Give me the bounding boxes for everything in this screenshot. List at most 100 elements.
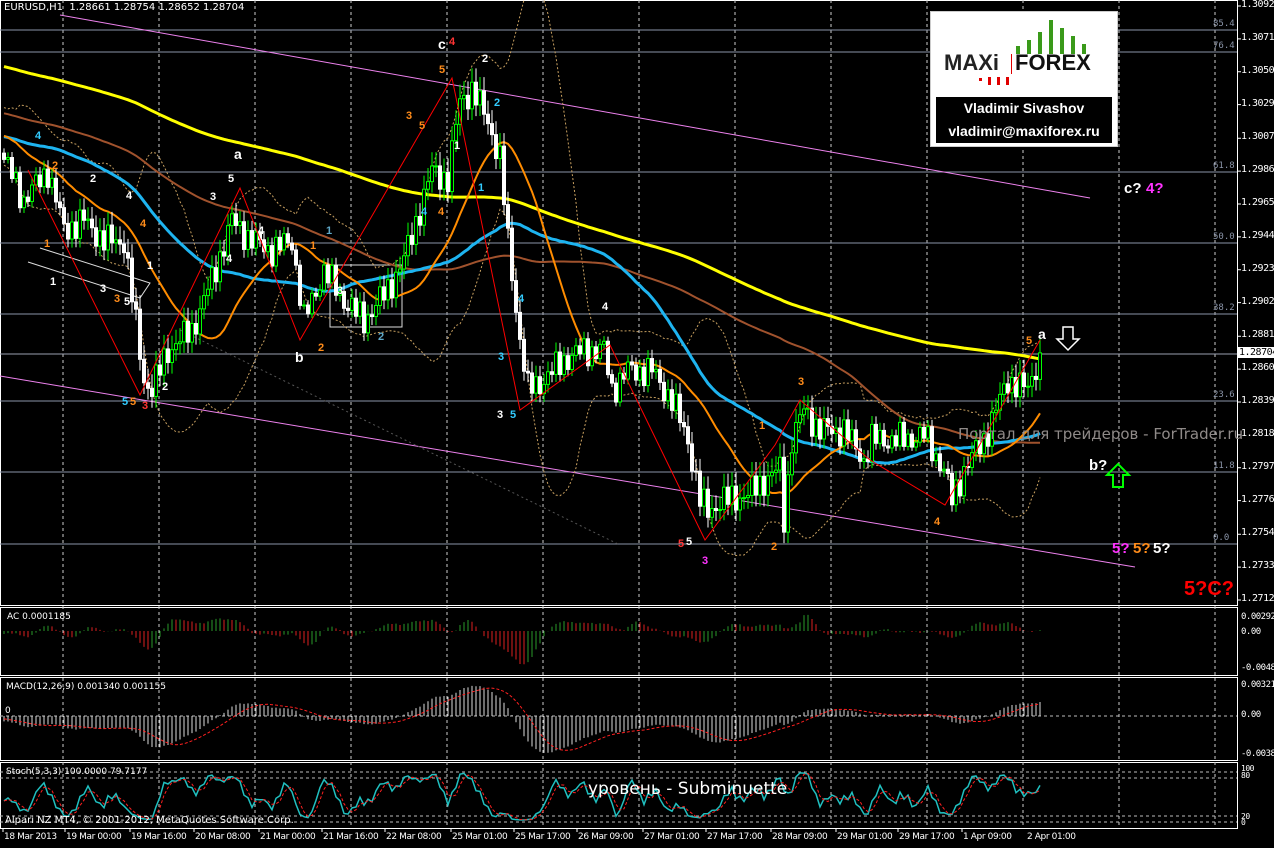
candle (106, 212, 110, 261)
candle-body (370, 314, 374, 318)
time-axis-label: 29 Mar 17:00 (899, 832, 955, 842)
candle (234, 202, 238, 235)
candle (954, 470, 958, 512)
candle-body (210, 267, 214, 290)
candle-body (898, 421, 902, 447)
candle-body (502, 145, 506, 206)
candle (22, 190, 26, 214)
candle (858, 439, 862, 469)
candle-body (322, 264, 326, 291)
candle (574, 338, 578, 362)
ac-axis-min: -0.004833 (1241, 663, 1274, 673)
candle-body (1030, 375, 1034, 387)
candle (738, 484, 742, 522)
candle-body (118, 239, 122, 245)
candle-body (654, 368, 658, 373)
candle-body (562, 355, 566, 375)
candle (310, 288, 314, 319)
candle (86, 207, 90, 230)
candle-body (238, 221, 242, 226)
candle (842, 409, 846, 455)
candle-body (94, 227, 98, 247)
price-axis-label: 1.30075 (1241, 131, 1274, 143)
fib-level-label: 23.6 (1213, 390, 1235, 400)
candle (194, 310, 198, 345)
candle-body (918, 426, 922, 443)
candle-body (882, 429, 886, 447)
candle-body (802, 408, 806, 416)
candle (494, 121, 498, 170)
candle-body (274, 236, 278, 267)
candle-body (810, 407, 814, 437)
candle-body (194, 323, 198, 335)
buy-arrow-icon (1104, 462, 1132, 488)
candle-body (22, 196, 26, 209)
price-axis-label: 1.27335 (1241, 560, 1274, 572)
wave-label: 3 (142, 400, 149, 412)
wave-label: 5 (439, 64, 446, 76)
candle-body (42, 168, 46, 188)
candle (894, 429, 898, 451)
candle (522, 327, 526, 381)
wave-label: 1 (454, 140, 461, 152)
copyright-text: Alpari NZ MT4, © 2001-2012, MetaQuotes S… (5, 815, 294, 826)
candle-body (678, 393, 682, 424)
logo-brand-right: FOREX (1015, 50, 1091, 75)
candle-body (626, 361, 630, 380)
stoch-label: Stoch(5,3,3) 100.0000 79.7177 (6, 767, 148, 777)
time-axis-label: 21 Mar 16:00 (323, 832, 379, 842)
candle-body (1034, 375, 1038, 380)
candle-body (174, 343, 178, 351)
candle-body (614, 382, 618, 403)
author-block: Vladimir Sivashov vladimir@maxiforex.ru (936, 97, 1112, 143)
wave-label: a (234, 146, 242, 162)
candle (606, 336, 610, 379)
time-axis-label: 18 Mar 2013 (4, 832, 57, 842)
macd-zero-label: 0 (5, 706, 11, 716)
stoch-axis-0: 0 (1241, 818, 1246, 827)
candle-body (206, 288, 210, 297)
candle (998, 382, 1002, 421)
wave-label: 5? (1133, 540, 1151, 557)
candle (702, 476, 706, 517)
candle-body (182, 320, 186, 343)
candle-body (330, 264, 334, 284)
candle (378, 275, 382, 315)
candle-body (318, 289, 322, 297)
candle (54, 168, 58, 210)
candle (174, 329, 178, 361)
candle-body (638, 366, 642, 381)
candle (714, 495, 718, 522)
candle (906, 429, 910, 451)
candle-body (38, 174, 42, 188)
candle-body (294, 249, 298, 266)
wave-label: 2 (162, 381, 169, 393)
candle-body (410, 235, 414, 245)
candle-body (290, 242, 294, 251)
candle (410, 222, 414, 255)
candle-body (166, 348, 170, 363)
candle-body (914, 441, 918, 448)
macd-label: MACD(12,26,9) 0.001340 0.001155 (6, 682, 166, 692)
time-axis-label: 27 Mar 01:00 (644, 832, 700, 842)
candle (750, 461, 754, 507)
candle (878, 422, 882, 450)
price-axis-label: 1.29865 (1241, 164, 1274, 176)
wave-label: 5 (122, 396, 129, 408)
time-axis-label: 29 Mar 01:00 (837, 832, 893, 842)
candle-body (354, 297, 358, 317)
candle (442, 158, 446, 201)
candle (214, 255, 218, 292)
candle-body (590, 346, 594, 367)
author-name: Vladimir Sivashov (963, 100, 1085, 116)
candle (490, 110, 494, 146)
candle-body (226, 225, 230, 257)
candle (678, 383, 682, 432)
wave-label: 1 (478, 182, 485, 194)
current-price-label: 1.28704 (1237, 347, 1274, 358)
candle-body (434, 165, 438, 168)
candle-body (474, 81, 478, 106)
candle-body (926, 426, 930, 439)
wave-label: 5 (1026, 335, 1033, 347)
author-email[interactable]: vladimir@maxiforex.ru (936, 120, 1112, 143)
